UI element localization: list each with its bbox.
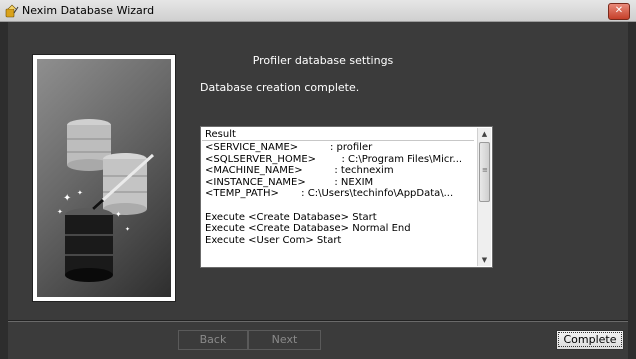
result-line: <SERVICE_NAME> : profiler <box>205 142 373 153</box>
scroll-down-arrow-icon[interactable]: ▼ <box>478 254 491 266</box>
complete-button-label: Complete <box>558 332 622 347</box>
result-line: Execute <User Com> Start <box>205 234 342 246</box>
window-right-border <box>628 22 636 359</box>
wizard-content: ✦ ✦ ✦ ✦ ✦ Profiler database settings Dat… <box>8 22 628 322</box>
result-line: Execute <Create Database> Normal End <box>205 223 411 235</box>
result-column-header: Result <box>202 128 474 141</box>
status-message: Database creation complete. <box>200 81 360 94</box>
result-line: <MACHINE_NAME> : technexim <box>205 165 394 177</box>
result-list[interactable]: Result <SERVICE_NAME> : profiler <SQLSER… <box>200 126 493 268</box>
close-button[interactable]: ✕ <box>608 3 630 20</box>
result-line: <SQLSERVER_HOME> : C:\Program Files\Micr… <box>205 153 463 165</box>
scroll-thumb[interactable]: ≡ <box>479 142 490 202</box>
scroll-up-arrow-icon[interactable]: ▲ <box>478 128 491 140</box>
wizard-footer: Back Next Complete <box>8 322 628 359</box>
svg-text:✦: ✦ <box>77 189 83 197</box>
svg-text:✦: ✦ <box>63 193 71 204</box>
next-button[interactable]: Next <box>248 330 321 350</box>
back-button[interactable]: Back <box>178 330 248 350</box>
grip-icon: ≡ <box>482 166 488 174</box>
complete-button[interactable]: Complete <box>556 330 624 350</box>
result-line: <INSTANCE_NAME> : NEXIM <box>205 176 374 188</box>
svg-text:✦: ✦ <box>125 226 130 233</box>
close-icon[interactable]: ✕ <box>615 5 623 16</box>
window-left-border <box>0 22 8 359</box>
svg-text:✦: ✦ <box>115 210 122 219</box>
window-title: Nexim Database Wizard <box>22 4 155 17</box>
page-heading: Profiler database settings <box>252 54 394 67</box>
result-scrollbar[interactable]: ▲ ≡ ▼ <box>477 128 491 266</box>
svg-text:✦: ✦ <box>57 208 63 216</box>
wizard-icon <box>5 4 19 18</box>
wizard-illustration: ✦ ✦ ✦ ✦ ✦ <box>37 59 171 297</box>
title-bar: Nexim Database Wizard ✕ <box>0 0 636 22</box>
database-wizard-illustration: ✦ ✦ ✦ ✦ ✦ <box>57 119 155 282</box>
result-line: Execute <Create Database> Start <box>205 211 377 223</box>
result-lines: <SERVICE_NAME> : profiler <SQLSERVER_HOM… <box>205 142 471 246</box>
result-line: <TEMP_PATH> : C:\Users\techinfo\AppData\… <box>205 188 454 200</box>
result-line <box>205 200 471 212</box>
wizard-illustration-frame: ✦ ✦ ✦ ✦ ✦ <box>32 54 176 302</box>
